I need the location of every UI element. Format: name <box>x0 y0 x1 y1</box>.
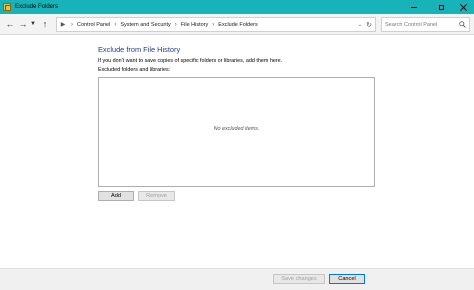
minimize-button[interactable] <box>403 0 425 14</box>
excluded-folders-list[interactable]: No excluded items. <box>98 77 375 187</box>
arrow-up-icon: ↑ <box>42 19 48 29</box>
breadcrumb-exclude-folders[interactable]: Exclude Folders <box>218 22 257 28</box>
refresh-icon[interactable]: ↻ <box>364 18 374 31</box>
cancel-button[interactable]: Cancel <box>329 274 365 284</box>
title-bar: Exclude Folders <box>0 0 474 14</box>
remove-button[interactable]: Remove <box>138 191 175 201</box>
search-icon[interactable] <box>459 21 466 28</box>
close-icon <box>460 4 467 11</box>
back-button[interactable]: ← <box>4 18 16 30</box>
breadcrumb-separator-icon[interactable]: › <box>110 22 120 28</box>
arrow-right-icon: → <box>18 19 28 29</box>
maximize-icon <box>438 4 444 10</box>
search-input[interactable] <box>385 19 455 30</box>
arrow-left-icon: ← <box>5 19 15 29</box>
address-dropdown-icon[interactable]: ⌄ <box>356 18 364 31</box>
breadcrumb-separator-icon[interactable]: › <box>171 22 181 28</box>
save-changes-button[interactable]: Save changes <box>273 274 325 284</box>
forward-button[interactable]: → <box>17 18 29 30</box>
breadcrumb-separator-icon[interactable]: › <box>208 22 218 28</box>
file-history-icon <box>3 3 11 11</box>
address-bar[interactable]: ▶ › Control Panel › System and Security … <box>56 17 376 32</box>
minimize-icon <box>411 6 417 8</box>
footer-bar: Save changes Cancel <box>0 268 474 290</box>
recent-locations-button[interactable]: ▼ <box>29 18 37 30</box>
add-button[interactable]: Add <box>98 191 134 201</box>
excluded-list-label: Excluded folders and libraries: <box>98 67 171 73</box>
chevron-down-icon: ▼ <box>30 21 36 27</box>
up-button[interactable]: ↑ <box>39 18 51 30</box>
page-description: If you don't want to save copies of spec… <box>98 58 283 64</box>
breadcrumb-control-panel[interactable]: Control Panel <box>77 22 110 28</box>
control-panel-icon[interactable]: ▶ <box>57 18 69 31</box>
navigation-bar: ← → ▼ ↑ ▶ › Control Panel › System and S… <box>0 14 474 35</box>
window-title: Exclude Folders <box>15 4 59 10</box>
breadcrumb-separator-icon: › <box>71 21 73 28</box>
close-button[interactable] <box>452 0 474 14</box>
empty-list-message: No excluded items. <box>213 126 260 132</box>
maximize-button[interactable] <box>430 0 452 14</box>
search-box[interactable] <box>381 17 470 32</box>
breadcrumb-system-and-security[interactable]: System and Security <box>120 22 170 28</box>
breadcrumb-file-history[interactable]: File History <box>181 22 209 28</box>
page-title: Exclude from File History <box>98 45 181 54</box>
